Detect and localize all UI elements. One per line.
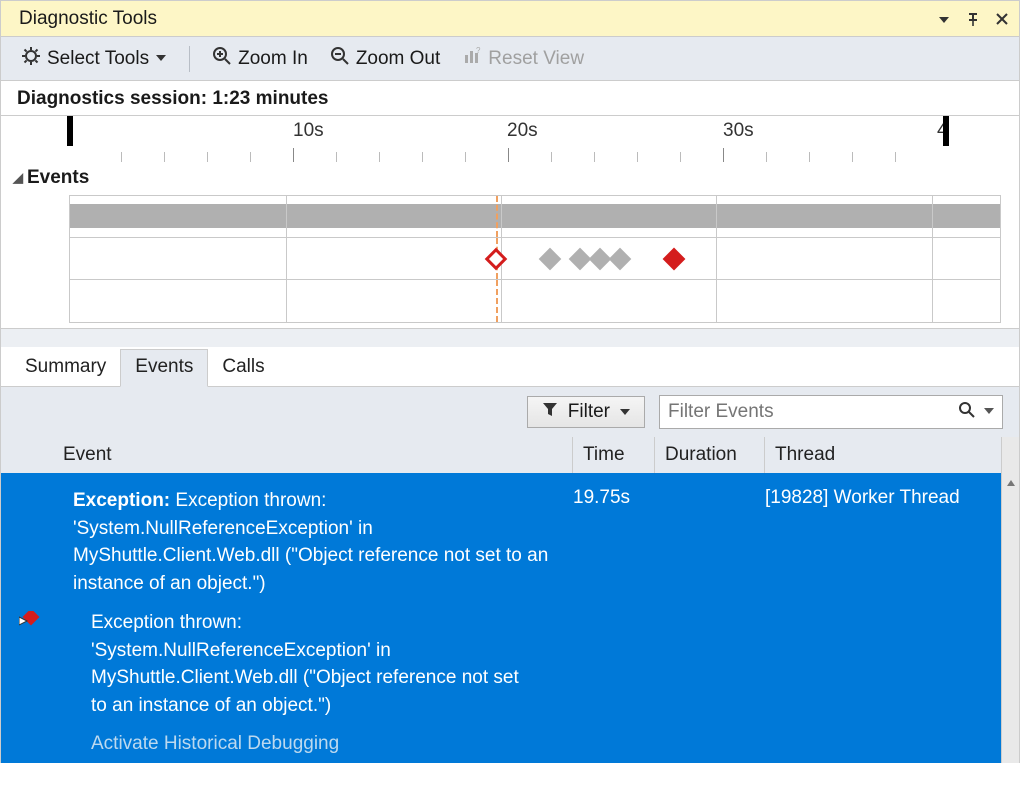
window-menu-icon[interactable] [937, 12, 951, 26]
tabs-row: Summary Events Calls [0, 347, 1020, 387]
ruler-tick-10s: 10s [293, 120, 324, 142]
chevron-down-icon [155, 48, 167, 70]
col-thread[interactable]: Thread [765, 437, 1001, 473]
filter-search[interactable] [659, 395, 1003, 429]
ruler-tick-30s: 30s [723, 120, 754, 142]
filter-input[interactable] [668, 401, 918, 423]
col-duration[interactable]: Duration [655, 437, 765, 473]
select-tools-label: Select Tools [47, 48, 149, 70]
filter-label: Filter [568, 401, 610, 423]
events-section-header[interactable]: ◢ Events [13, 167, 1001, 189]
zoom-in-label: Zoom In [238, 48, 308, 70]
close-icon[interactable] [995, 12, 1009, 26]
timeline-ruler[interactable]: 10s 20s 30s 4 [0, 116, 1020, 162]
reset-view-label: Reset View [488, 48, 584, 70]
chevron-down-icon [620, 401, 630, 423]
toolbar-separator [189, 46, 190, 72]
filter-row: Filter [0, 387, 1020, 437]
lane-exceptions [70, 238, 1000, 280]
row-duration [655, 487, 765, 597]
session-label: Diagnostics session: [17, 88, 207, 109]
zoom-in-button[interactable]: Zoom In [208, 44, 312, 74]
row-indent [1, 487, 53, 597]
event-marker[interactable] [539, 248, 562, 271]
events-section: ◢ Events [0, 162, 1020, 329]
pin-icon[interactable] [965, 11, 981, 27]
reset-view-button[interactable]: ? Reset View [458, 44, 588, 74]
reset-view-icon: ? [462, 46, 482, 72]
titlebar: Diagnostic Tools [0, 0, 1020, 37]
window-title: Diagnostic Tools [19, 8, 157, 30]
timeline-cursor[interactable] [496, 196, 498, 237]
range-end-marker[interactable] [943, 116, 949, 146]
col-time[interactable]: Time [573, 437, 655, 473]
search-icon[interactable] [958, 401, 976, 424]
events-section-title: Events [27, 167, 89, 189]
session-info: Diagnostics session: 1:23 minutes [0, 81, 1020, 116]
table-row[interactable]: Exception: Exception thrown: 'System.Nul… [1, 483, 1001, 599]
session-duration: 1:23 minutes [212, 88, 328, 109]
lane-intellitrace [70, 280, 1000, 322]
event-table: Event Time Duration Thread Exception: Ex… [0, 437, 1020, 763]
row-event-text: Exception: Exception thrown: 'System.Nul… [53, 487, 573, 597]
collapse-icon: ◢ [13, 170, 23, 186]
tab-summary[interactable]: Summary [11, 350, 120, 386]
event-list: Exception: Exception thrown: 'System.Nul… [1, 473, 1001, 763]
window-controls [937, 11, 1009, 27]
section-spacer [0, 329, 1020, 347]
scroll-up-icon[interactable] [1002, 473, 1019, 493]
lane-area[interactable] [69, 195, 1001, 323]
zoom-out-button[interactable]: Zoom Out [326, 44, 444, 74]
tab-calls[interactable]: Calls [208, 350, 278, 386]
gear-icon [21, 46, 41, 72]
row-thread: [19828] Worker Thread [765, 487, 1001, 597]
filter-button[interactable]: Filter [527, 396, 645, 428]
tab-events[interactable]: Events [120, 349, 208, 387]
range-start-marker[interactable] [67, 116, 73, 146]
exception-marker[interactable] [663, 248, 686, 271]
lane-break [70, 196, 1000, 238]
zoom-out-label: Zoom Out [356, 48, 440, 70]
row-detail-indent [1, 609, 53, 719]
break-bar [70, 204, 1000, 228]
vertical-scrollbar[interactable] [1001, 473, 1019, 763]
chevron-down-icon[interactable] [984, 403, 994, 421]
select-tools-button[interactable]: Select Tools [17, 44, 171, 74]
row-detail-text: Exception thrown: 'System.NullReferenceE… [91, 609, 561, 719]
exception-marker-selected[interactable] [485, 248, 508, 271]
scroll-track[interactable] [1002, 493, 1019, 763]
row-time: 19.75s [573, 487, 655, 597]
zoom-in-icon [212, 46, 232, 72]
svg-text:?: ? [476, 46, 481, 55]
event-marker[interactable] [609, 248, 632, 271]
zoom-out-icon [330, 46, 350, 72]
filter-icon [542, 401, 558, 423]
toolbar: Select Tools Zoom In Zoom Out ? Reset Vi… [0, 37, 1020, 81]
exception-icon [19, 611, 41, 639]
scrollbar-header-gap [1001, 437, 1019, 473]
col-event[interactable]: Event [53, 437, 573, 473]
activate-historical-debugging-link[interactable]: Activate Historical Debugging [91, 733, 1001, 755]
ruler-tick-20s: 20s [507, 120, 538, 142]
table-header: Event Time Duration Thread [1, 437, 1001, 473]
